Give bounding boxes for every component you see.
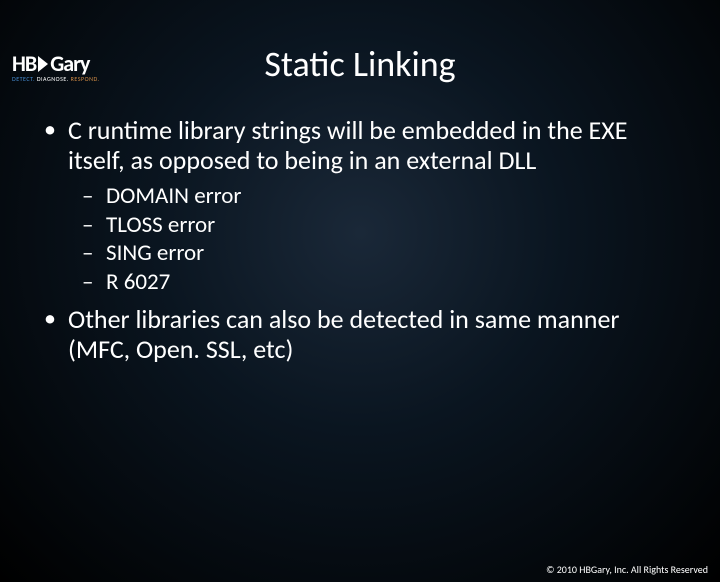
bullet-text: C runtime library strings will be embedd… xyxy=(68,114,627,176)
logo-hb-text: HB xyxy=(12,50,36,77)
sub-item: TLOSS error xyxy=(82,211,680,240)
sub-item: R 6027 xyxy=(82,268,680,297)
sub-list: DOMAIN error TLOSS error SING error R 60… xyxy=(82,182,680,297)
logo-tagline: DETECT. DIAGNOSE. RESPOND. xyxy=(12,75,100,83)
tagline-detect: DETECT. xyxy=(12,75,35,83)
sub-item: DOMAIN error xyxy=(82,182,680,211)
bullet-item: Other libraries can also be detected in … xyxy=(40,305,680,365)
logo-arrow-icon xyxy=(38,56,48,72)
sub-item: SING error xyxy=(82,239,680,268)
logo-main: HB Gary xyxy=(12,50,100,77)
bullet-text: Other libraries can also be detected in … xyxy=(68,303,619,365)
slide-content: C runtime library strings will be embedd… xyxy=(0,116,720,365)
bullet-item: C runtime library strings will be embedd… xyxy=(40,116,680,297)
slide-title: Static Linking xyxy=(0,42,720,86)
tagline-diagnose: DIAGNOSE. xyxy=(37,75,69,83)
tagline-respond: RESPOND. xyxy=(71,75,100,83)
bullet-list: C runtime library strings will be embedd… xyxy=(40,116,680,365)
logo-gary-text: Gary xyxy=(50,50,89,77)
copyright-footer: © 2010 HBGary, Inc. All Rights Reserved xyxy=(546,563,708,576)
logo: HB Gary DETECT. DIAGNOSE. RESPOND. xyxy=(12,50,100,83)
